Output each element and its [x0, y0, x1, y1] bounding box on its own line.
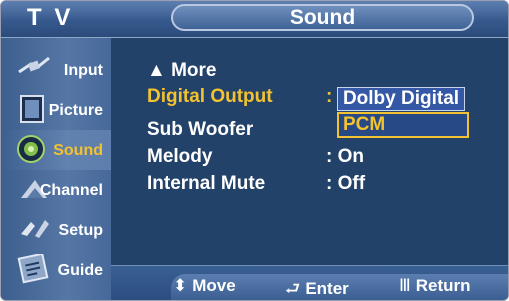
input-plug-icon: [17, 54, 53, 82]
sub-woofer-label[interactable]: Sub Woofer: [147, 119, 253, 141]
footer-return: Ⅲ Return: [399, 276, 471, 296]
setup-icon: [17, 214, 53, 242]
option-pcm[interactable]: PCM: [337, 112, 469, 138]
enter-icon: ⮐: [285, 279, 301, 298]
sidebar-item-label: Input: [63, 62, 103, 79]
sidebar-item-setup[interactable]: Setup: [1, 210, 111, 250]
speaker-icon: [17, 134, 53, 163]
footer-enter-label: Enter: [305, 279, 349, 298]
sidebar: Input Picture Sound Channel Setup Guide: [1, 38, 111, 300]
menu-title: Sound: [289, 6, 356, 29]
return-icon: Ⅲ: [399, 276, 411, 295]
internal-mute-value: : Off: [326, 173, 366, 194]
melody-value: : On: [326, 146, 364, 167]
sidebar-item-picture[interactable]: Picture: [1, 90, 111, 130]
digital-output-label[interactable]: Digital Output: [147, 86, 273, 108]
osd-footer: ⬍ Move ⮐ Enter Ⅲ Return: [111, 265, 508, 300]
more-item[interactable]: ▲ More: [147, 60, 216, 82]
sidebar-item-label: Guide: [57, 262, 103, 279]
guide-icon: [17, 252, 53, 284]
sidebar-item-input[interactable]: Input: [1, 50, 111, 90]
melody-label[interactable]: Melody: [147, 146, 212, 168]
menu-title-pill: Sound: [171, 4, 474, 31]
sidebar-item-channel[interactable]: Channel: [1, 170, 111, 210]
sidebar-item-label: Channel: [39, 182, 103, 199]
footer-move: ⬍ Move: [173, 276, 236, 296]
sidebar-item-label: Setup: [58, 222, 103, 239]
internal-mute-label[interactable]: Internal Mute: [147, 173, 265, 195]
menu-panel: ▲ More Digital Output : Dolby Digital PC…: [111, 38, 508, 266]
sidebar-item-label: Sound: [53, 142, 103, 159]
digital-output-colon: :: [326, 86, 333, 107]
option-dolby-digital[interactable]: Dolby Digital: [337, 87, 465, 111]
footer-enter: ⮐ Enter: [285, 276, 349, 300]
updown-arrow-icon: ⬍: [173, 276, 188, 295]
footer-return-label: Return: [415, 276, 471, 295]
sidebar-item-label: Picture: [48, 102, 103, 119]
tv-label: T V: [27, 4, 74, 31]
sidebar-item-guide[interactable]: Guide: [1, 250, 111, 290]
picture-icon: [17, 94, 53, 123]
tv-osd-screen: T V Sound Input Picture Sound Channel Se…: [0, 0, 509, 301]
osd-header: T V Sound: [1, 1, 508, 38]
footer-move-label: Move: [192, 276, 236, 295]
sidebar-item-sound[interactable]: Sound: [1, 130, 111, 170]
